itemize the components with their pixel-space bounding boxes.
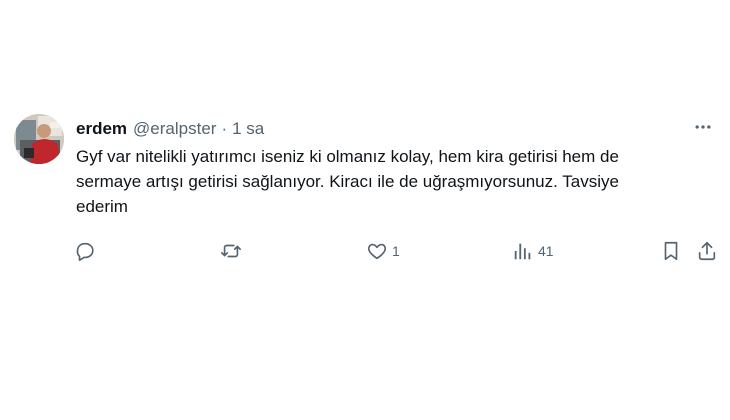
like-count: 1 (392, 243, 400, 259)
reply-button[interactable] (74, 236, 96, 266)
reply-icon (74, 240, 96, 262)
like-button[interactable]: 1 (366, 236, 400, 266)
share-button[interactable] (696, 236, 718, 266)
more-horizontal-icon (693, 117, 713, 142)
views-button[interactable]: 41 (512, 236, 554, 266)
action-bar: 1 41 (0, 236, 730, 266)
tweet-text: Gyf var nitelikli yatırımcı iseniz ki ol… (76, 147, 619, 216)
user-handle[interactable]: @eralpster (133, 119, 216, 139)
bookmark-button[interactable] (660, 236, 682, 266)
display-name[interactable]: erdem (76, 119, 127, 139)
retweet-icon (219, 240, 243, 262)
heart-icon (366, 240, 388, 262)
separator-dot: · (221, 119, 228, 138)
tweet-header: erdem @eralpster · 1 sa (76, 118, 264, 140)
avatar[interactable] (14, 114, 64, 164)
bookmark-icon (660, 240, 682, 262)
views-count: 41 (538, 243, 554, 259)
more-button[interactable] (686, 116, 720, 142)
views-chart-icon (512, 240, 534, 262)
retweet-button[interactable] (219, 236, 243, 266)
timestamp[interactable]: 1 sa (232, 119, 264, 139)
tweet[interactable]: erdem @eralpster · 1 sa Gyf var nitelikl… (0, 104, 730, 284)
share-icon (696, 240, 718, 262)
